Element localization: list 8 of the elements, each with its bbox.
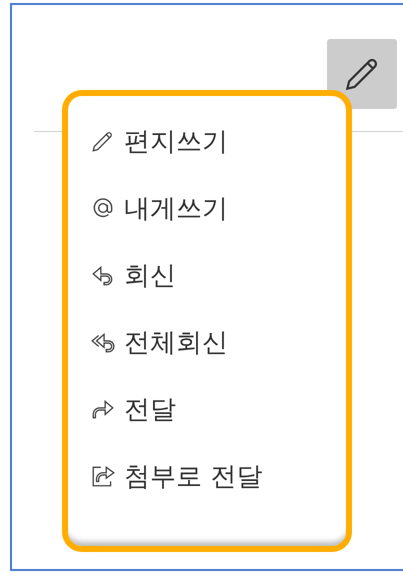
menu-item[interactable]: 첨부로 전달 xyxy=(90,457,346,495)
menu-item[interactable]: 회신 xyxy=(90,256,346,294)
menu-item[interactable]: 전체회신 xyxy=(90,323,346,361)
menu-item[interactable]: 전달 xyxy=(90,390,346,428)
menu-item[interactable]: 내게쓰기 xyxy=(90,189,346,227)
forward-attachment-icon xyxy=(90,463,116,489)
compose-button[interactable] xyxy=(327,39,397,109)
menu-item[interactable]: 편지쓰기 xyxy=(90,122,346,160)
